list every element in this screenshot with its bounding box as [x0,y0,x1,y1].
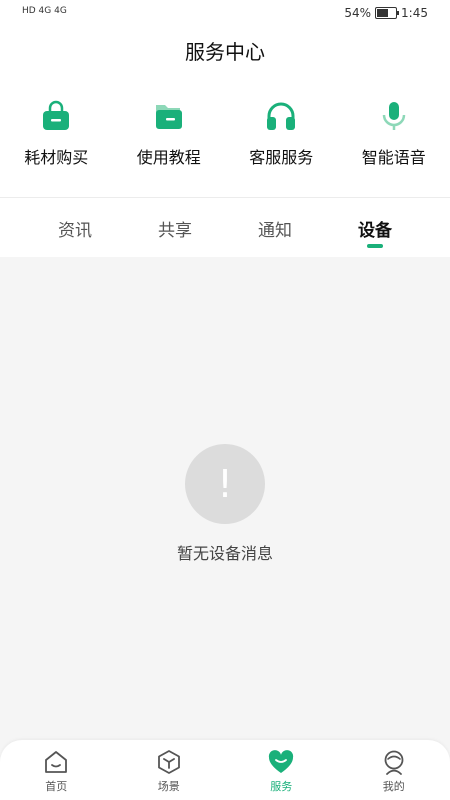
nav-service[interactable]: 服务 [225,740,338,800]
nav-label: 首页 [45,780,68,793]
nav-label: 服务 [270,780,293,793]
tab-bar: 资讯 共享 通知 设备 [0,205,450,257]
nav-scenes[interactable]: 场景 [113,740,226,800]
tab-share[interactable]: 共享 [135,205,215,257]
empty-message: 暂无设备消息 [176,544,273,563]
cube-icon [157,750,180,774]
quick-action-label: 耗材购买 [24,148,89,167]
battery-icon [375,7,400,19]
empty-icon-glyph: ! [217,462,233,506]
tab-notifications[interactable]: 通知 [235,205,315,257]
battery-percent: 54% [344,6,372,20]
folder-icon [155,105,182,129]
tab-devices[interactable]: 设备 [335,205,415,257]
exclamation-icon: ! [185,444,265,524]
nav-home[interactable]: 首页 [0,740,113,800]
quick-action-customer-service[interactable]: 客服服务 [225,100,338,168]
tab-label: 共享 [158,221,192,241]
profile-icon [384,750,404,775]
quick-action-label: 客服服务 [249,148,314,167]
quick-actions: 耗材购买 使用教程 客服服务 智能语音 [0,100,450,168]
tab-label: 通知 [258,221,292,241]
quick-action-label: 智能语音 [361,148,426,167]
signal-indicators: HD 4G 4G [22,6,67,16]
tab-news[interactable]: 资讯 [35,205,115,257]
clock: 1:45 [401,6,428,20]
page-title: 服务中心 [185,40,265,64]
nav-profile[interactable]: 我的 [338,740,450,800]
nav-label: 场景 [157,780,180,793]
empty-state: ! 暂无设备消息 [0,444,450,564]
status-bar: HD 4G 4G 54% 1:45 [0,0,450,28]
shopping-bag-icon [43,100,70,130]
headphones-icon [267,102,296,130]
tab-label: 设备 [358,221,392,241]
nav-label: 我的 [382,780,405,793]
bottom-nav: 首页 场景 服务 我的 [0,740,450,800]
quick-action-voice[interactable]: 智能语音 [338,100,450,168]
quick-action-label: 使用教程 [136,148,201,167]
tab-label: 资讯 [58,221,92,241]
home-icon [45,751,68,773]
status-right: 54% 1:45 [344,6,428,20]
network-status-text: HD 4G 4G [22,6,67,16]
divider [0,197,450,198]
quick-action-tutorial[interactable]: 使用教程 [113,100,226,168]
microphone-icon [382,102,405,130]
quick-action-consumables[interactable]: 耗材购买 [0,100,113,168]
active-tab-indicator [367,244,383,248]
heart-icon [269,750,294,773]
